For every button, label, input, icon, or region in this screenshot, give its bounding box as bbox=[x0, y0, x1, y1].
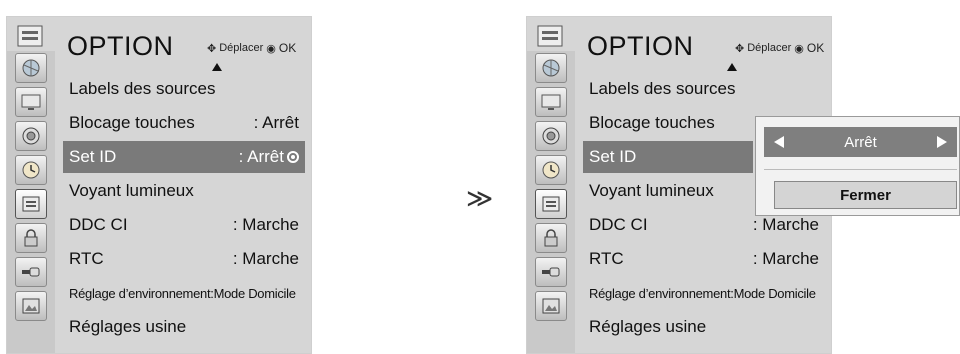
menu-item-labels-des-sources[interactable]: Labels des sources bbox=[63, 73, 305, 105]
right-arrow-icon[interactable] bbox=[936, 136, 947, 148]
menu-title: OPTION bbox=[587, 31, 694, 61]
monitor-icon[interactable] bbox=[15, 87, 47, 117]
category-sidebar bbox=[527, 17, 575, 353]
option-header-icon bbox=[15, 23, 45, 49]
left-arrow-icon[interactable] bbox=[774, 136, 784, 148]
ok-button-icon: ◉ bbox=[794, 42, 804, 55]
divider bbox=[764, 169, 957, 170]
menu-item-labels-des-sources[interactable]: Labels des sources bbox=[583, 73, 825, 105]
photo-icon[interactable] bbox=[535, 291, 567, 321]
lock-icon[interactable] bbox=[535, 223, 567, 253]
set-id-popup: Arrêt Fermer bbox=[755, 116, 960, 216]
set-id-selector[interactable]: Arrêt bbox=[764, 127, 957, 157]
menu-title: OPTION bbox=[67, 31, 174, 61]
category-sidebar bbox=[7, 17, 55, 353]
menu-item-blocage-touches[interactable]: Blocage touches : Arrêt bbox=[63, 107, 305, 139]
close-button[interactable]: Fermer bbox=[774, 181, 957, 209]
picture-icon[interactable] bbox=[15, 53, 47, 83]
option-icon[interactable] bbox=[535, 189, 567, 219]
nav-hint: ✥ Déplacer ◉ OK bbox=[735, 41, 825, 55]
menu-item-set-id[interactable]: Set ID bbox=[583, 141, 753, 173]
move-arrows-icon: ✥ bbox=[735, 42, 745, 55]
menu-item-rtc[interactable]: RTC : Marche bbox=[583, 243, 825, 275]
option-icon[interactable] bbox=[15, 189, 47, 219]
menu-item-rtc[interactable]: RTC : Marche bbox=[63, 243, 305, 275]
menu-item-voyant-lumineux[interactable]: Voyant lumineux bbox=[63, 175, 305, 207]
sound-icon[interactable] bbox=[15, 121, 47, 151]
monitor-icon[interactable] bbox=[535, 87, 567, 117]
sound-icon[interactable] bbox=[535, 121, 567, 151]
menu-item-reglage-environnement[interactable]: Réglage d’environnement:Mode Domicile bbox=[583, 277, 825, 309]
option-menu-left: OPTION ✥ Déplacer ◉ OK Labels des source… bbox=[6, 16, 312, 354]
menu-item-set-id[interactable]: Set ID : Arrêt bbox=[63, 141, 305, 173]
picture-icon[interactable] bbox=[535, 53, 567, 83]
menu-item-reglages-usine[interactable]: Réglages usine bbox=[63, 311, 305, 343]
lock-icon[interactable] bbox=[15, 223, 47, 253]
scroll-up-icon[interactable] bbox=[212, 63, 222, 71]
clock-icon[interactable] bbox=[535, 155, 567, 185]
nav-hint: ✥ Déplacer ◉ OK bbox=[207, 41, 297, 55]
enter-icon bbox=[287, 151, 299, 163]
step-arrow: ≫ bbox=[466, 183, 494, 213]
photo-icon[interactable] bbox=[15, 291, 47, 321]
input-icon[interactable] bbox=[535, 257, 567, 287]
move-arrows-icon: ✥ bbox=[207, 42, 217, 55]
menu-item-reglage-environnement[interactable]: Réglage d’environnement:Mode Domicile bbox=[63, 277, 305, 309]
menu-item-reglages-usine[interactable]: Réglages usine bbox=[583, 311, 825, 343]
input-icon[interactable] bbox=[15, 257, 47, 287]
clock-icon[interactable] bbox=[15, 155, 47, 185]
menu-item-ddc-ci[interactable]: DDC CI : Marche bbox=[63, 209, 305, 241]
option-header-icon bbox=[535, 23, 565, 49]
scroll-up-icon[interactable] bbox=[727, 63, 737, 71]
ok-button-icon: ◉ bbox=[266, 42, 276, 55]
